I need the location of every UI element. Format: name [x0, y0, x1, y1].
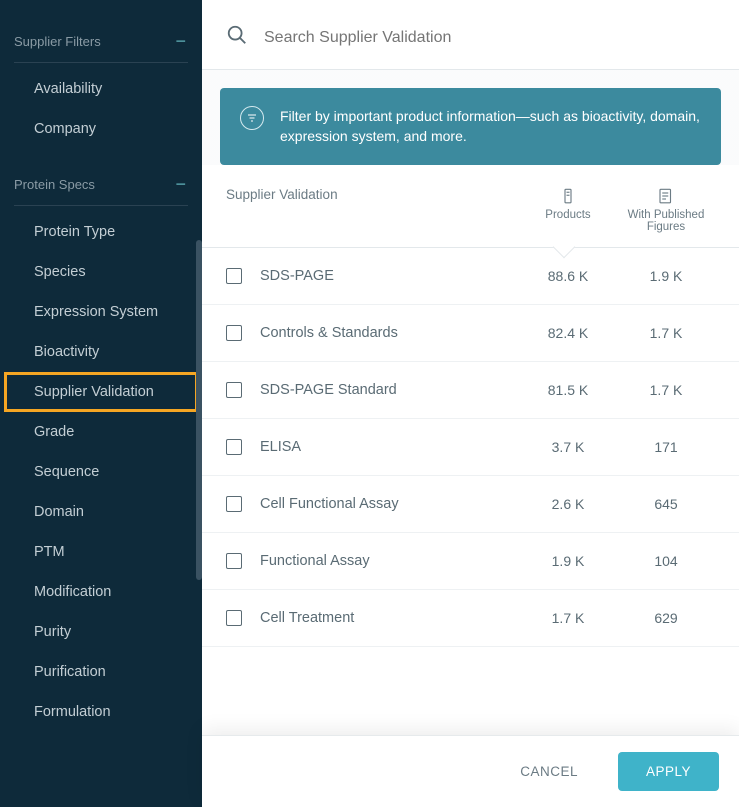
- column-figures: With Published Figures: [617, 187, 715, 233]
- search-row: [202, 0, 739, 70]
- sidebar-section-header[interactable]: Protein Specs −: [0, 163, 202, 205]
- options-list[interactable]: SDS-PAGE88.6 K1.9 KControls & Standards8…: [202, 248, 739, 735]
- checkbox[interactable]: [226, 382, 242, 398]
- sidebar-item-company[interactable]: Company: [0, 109, 202, 149]
- filter-icon: [240, 106, 264, 130]
- search-input[interactable]: [264, 29, 715, 47]
- option-label: Cell Functional Assay: [260, 496, 519, 512]
- filter-panel: Filter by important product information—…: [202, 0, 739, 807]
- sidebar-section-title: Supplier Filters: [14, 34, 101, 49]
- info-banner: Filter by important product information—…: [220, 88, 721, 165]
- checkbox[interactable]: [226, 610, 242, 626]
- cancel-button[interactable]: CANCEL: [492, 752, 606, 791]
- sidebar-item-sequence[interactable]: Sequence: [0, 452, 202, 492]
- sidebar-item-supplier-validation[interactable]: Supplier Validation: [4, 372, 198, 412]
- sidebar-item-species[interactable]: Species: [0, 252, 202, 292]
- option-row[interactable]: Cell Treatment1.7 K629: [202, 590, 739, 647]
- option-label: Cell Treatment: [260, 610, 519, 626]
- sidebar-item-purity[interactable]: Purity: [0, 612, 202, 652]
- option-figures-count: 1.7 K: [617, 382, 715, 398]
- option-products-count: 1.9 K: [519, 553, 617, 569]
- sidebar: Supplier Filters − AvailabilityCompany Prot…: [0, 0, 202, 807]
- checkbox[interactable]: [226, 553, 242, 569]
- collapse-icon[interactable]: −: [175, 32, 186, 50]
- option-figures-count: 629: [617, 610, 715, 626]
- option-products-count: 1.7 K: [519, 610, 617, 626]
- table-header: Supplier Validation Products With Publis…: [202, 165, 739, 248]
- sidebar-item-expression-system[interactable]: Expression System: [0, 292, 202, 332]
- option-label: ELISA: [260, 439, 519, 455]
- option-figures-count: 645: [617, 496, 715, 512]
- sidebar-item-ptm[interactable]: PTM: [0, 532, 202, 572]
- option-figures-count: 171: [617, 439, 715, 455]
- column-products: Products: [519, 187, 617, 233]
- option-products-count: 82.4 K: [519, 325, 617, 341]
- option-label: SDS-PAGE: [260, 268, 519, 284]
- option-products-count: 2.6 K: [519, 496, 617, 512]
- option-row[interactable]: ELISA3.7 K171: [202, 419, 739, 476]
- option-products-count: 3.7 K: [519, 439, 617, 455]
- sidebar-item-modification[interactable]: Modification: [0, 572, 202, 612]
- option-figures-count: 104: [617, 553, 715, 569]
- option-row[interactable]: SDS-PAGE Standard81.5 K1.7 K: [202, 362, 739, 419]
- option-figures-count: 1.9 K: [617, 268, 715, 284]
- option-row[interactable]: Functional Assay1.9 K104: [202, 533, 739, 590]
- column-label: Supplier Validation: [226, 187, 519, 233]
- option-label: Controls & Standards: [260, 325, 519, 341]
- collapse-icon[interactable]: −: [175, 175, 186, 193]
- option-figures-count: 1.7 K: [617, 325, 715, 341]
- panel-footer: CANCEL APPLY: [202, 735, 739, 807]
- sidebar-item-availability[interactable]: Availability: [0, 69, 202, 109]
- option-row[interactable]: Controls & Standards82.4 K1.7 K: [202, 305, 739, 362]
- option-row[interactable]: SDS-PAGE88.6 K1.9 K: [202, 248, 739, 305]
- info-text: Filter by important product information—…: [280, 106, 701, 147]
- apply-button[interactable]: APPLY: [618, 752, 719, 791]
- checkbox[interactable]: [226, 496, 242, 512]
- option-row[interactable]: Cell Functional Assay2.6 K645: [202, 476, 739, 533]
- option-products-count: 88.6 K: [519, 268, 617, 284]
- sidebar-item-formulation[interactable]: Formulation: [0, 692, 202, 732]
- sidebar-item-grade[interactable]: Grade: [0, 412, 202, 452]
- sidebar-section-title: Protein Specs: [14, 177, 95, 192]
- checkbox[interactable]: [226, 268, 242, 284]
- sidebar-item-domain[interactable]: Domain: [0, 492, 202, 532]
- checkbox[interactable]: [226, 439, 242, 455]
- sidebar-item-protein-type[interactable]: Protein Type: [0, 212, 202, 252]
- checkbox[interactable]: [226, 325, 242, 341]
- sidebar-item-bioactivity[interactable]: Bioactivity: [0, 332, 202, 372]
- search-icon: [226, 24, 248, 51]
- option-label: SDS-PAGE Standard: [260, 382, 519, 398]
- sidebar-section-header[interactable]: Supplier Filters −: [0, 20, 202, 62]
- sidebar-item-purification[interactable]: Purification: [0, 652, 202, 692]
- option-products-count: 81.5 K: [519, 382, 617, 398]
- option-label: Functional Assay: [260, 553, 519, 569]
